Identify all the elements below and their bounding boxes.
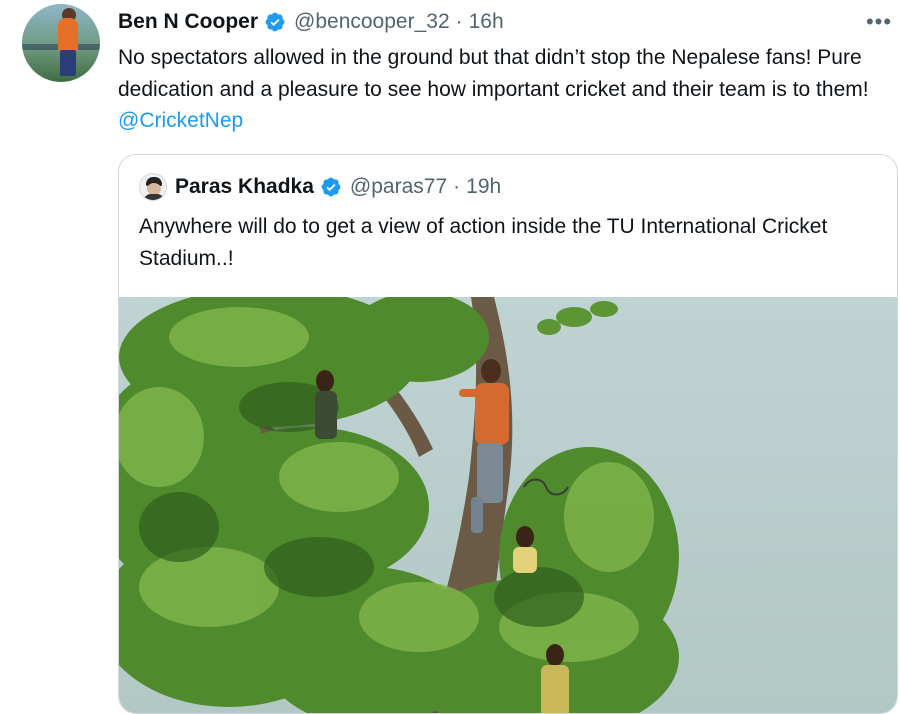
author-handle[interactable]: @bencooper_32 — [294, 8, 450, 36]
mention-link[interactable]: @CricketNep — [118, 109, 243, 132]
author-avatar[interactable] — [22, 4, 100, 82]
tweet-header: Ben N Cooper @bencooper_32 · 16h — [118, 8, 504, 36]
tree-photo-illustration — [119, 297, 679, 713]
quoted-author-name: Paras Khadka — [175, 175, 314, 198]
quoted-tweet-text: Anywhere will do to get a view of action… — [139, 215, 828, 270]
separator-dot: · — [453, 175, 461, 198]
quoted-tweet-header: Paras Khadka @paras77 · 19h — [139, 173, 501, 201]
more-options-icon[interactable]: ••• — [864, 9, 894, 34]
quoted-tweet-timestamp: 19h — [466, 175, 502, 198]
quoted-tweet-card[interactable]: Paras Khadka @paras77 · 19h Anywhere wil… — [118, 154, 898, 714]
verified-badge-icon — [320, 176, 342, 198]
quoted-tweet-photo[interactable] — [119, 297, 897, 713]
verified-badge-icon — [264, 11, 286, 33]
separator-dot: · — [455, 10, 463, 33]
quoted-author-handle: @paras77 — [349, 175, 448, 198]
avatar-figure-legs — [60, 50, 76, 76]
avatar-figure-body — [58, 18, 78, 52]
tweet-text-body: No spectators allowed in the ground but … — [118, 46, 869, 101]
author-name[interactable]: Ben N Cooper — [118, 8, 258, 36]
tweet-text: No spectators allowed in the ground but … — [118, 42, 898, 137]
tweet-timestamp[interactable]: 16h — [469, 8, 504, 36]
quoted-author-avatar — [139, 173, 167, 201]
